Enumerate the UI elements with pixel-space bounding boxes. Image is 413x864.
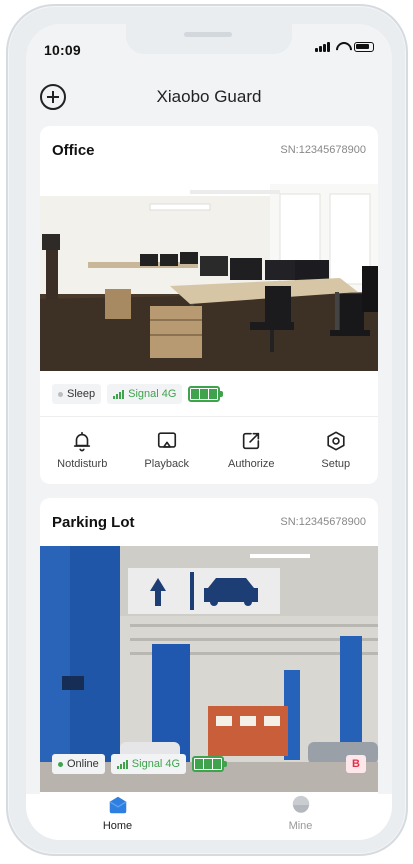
page-title: Xiaobo Guard [156, 87, 262, 106]
signal-text: Signal 4G [128, 388, 177, 400]
battery-icon [354, 42, 374, 52]
signal-bars-icon [113, 389, 125, 399]
share-icon [243, 432, 260, 450]
connection-status-badge: Online [52, 754, 105, 774]
authorize-button[interactable]: Authorize [209, 426, 294, 480]
signal-badge: Signal 4G [107, 384, 183, 404]
wifi-icon [335, 42, 349, 52]
playback-icon [157, 432, 176, 448]
bell-icon [74, 431, 91, 452]
setup-button[interactable]: Setup [294, 426, 379, 480]
device-name: Office [52, 142, 95, 159]
cellular-signal-icon [315, 42, 330, 52]
device-status-row: Online Signal 4G [52, 752, 228, 776]
signal-bars-icon [116, 759, 128, 769]
device-status-row: Sleep Signal 4G [52, 382, 224, 406]
status-icons [315, 42, 374, 52]
tab-label: Mine [288, 820, 313, 832]
device-card-office[interactable]: Office SN:12345678900 Sleep Signal 4G No… [40, 126, 378, 484]
device-card-parking-lot[interactable]: Parking Lot SN:12345678900 Online Signal… [40, 498, 378, 838]
signal-badge: Signal 4G [110, 754, 187, 774]
connection-status-text: Online [67, 758, 99, 770]
header: Xiaobo Guard [26, 78, 392, 118]
app-screen: 10:09 Xiaobo Guard Office SN:12345678900 [26, 24, 392, 840]
action-label: Notdisturb [57, 458, 108, 470]
signal-text: Signal 4G [131, 758, 181, 770]
card-divider [40, 416, 378, 417]
device-tag-badge: B [346, 755, 366, 773]
notdisturb-button[interactable]: Notdisturb [40, 426, 125, 480]
settings-icon [327, 431, 345, 451]
status-time: 10:09 [44, 42, 81, 58]
action-label: Playback [144, 458, 190, 470]
playback-button[interactable]: Playback [125, 426, 210, 480]
notch [126, 24, 292, 54]
profile-icon [292, 795, 309, 813]
device-name: Parking Lot [52, 514, 135, 531]
tab-label: Home [102, 820, 133, 832]
device-serial: SN:12345678900 [280, 144, 366, 156]
device-serial: SN:12345678900 [280, 516, 366, 528]
device-battery-icon [192, 756, 228, 772]
status-dot-icon [58, 391, 63, 397]
speaker-grille [184, 32, 232, 37]
tab-home[interactable]: Home [26, 794, 209, 840]
action-label: Setup [321, 458, 351, 470]
card-header: Parking Lot SN:12345678900 [40, 498, 378, 546]
camera-feed-office[interactable] [40, 174, 378, 371]
action-label: Authorize [228, 458, 275, 470]
device-battery-icon [188, 386, 224, 402]
status-dot-icon [58, 761, 63, 767]
card-header: Office SN:12345678900 [40, 126, 378, 174]
connection-status-badge: Sleep [52, 384, 102, 404]
tab-mine[interactable]: Mine [209, 794, 392, 840]
phone-frame: 10:09 Xiaobo Guard Office SN:12345678900 [6, 4, 408, 856]
home-icon [108, 796, 127, 814]
connection-status-text: Sleep [67, 388, 96, 400]
device-actions: Notdisturb Playback Authorize Setup [40, 426, 378, 480]
bottom-tab-bar: Home Mine [26, 794, 392, 840]
office-scene-image [40, 174, 378, 371]
